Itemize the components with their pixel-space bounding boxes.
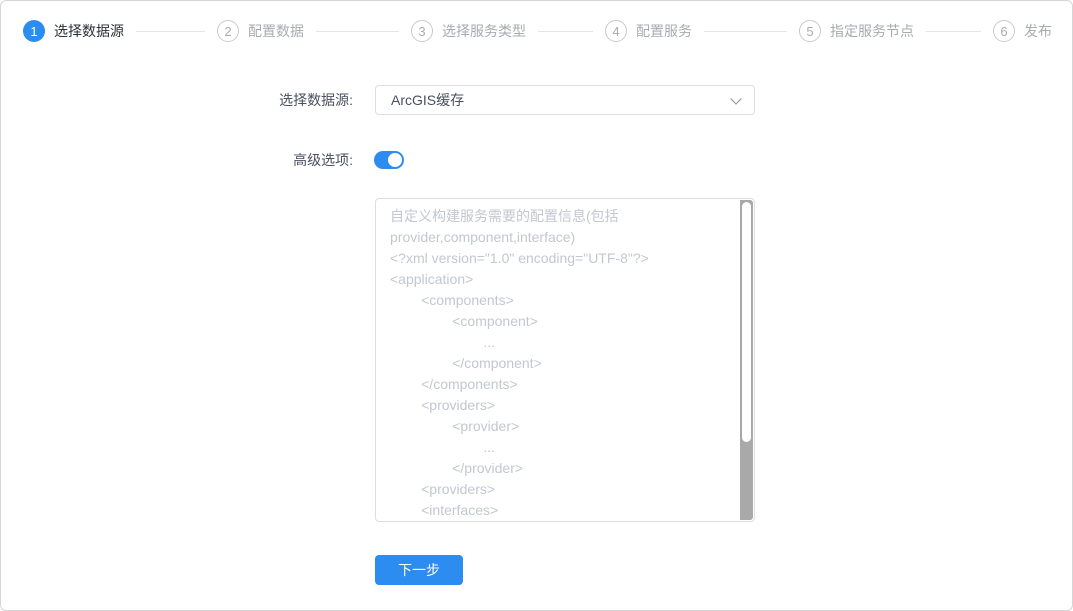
datasource-select[interactable]: ArcGIS缓存 xyxy=(375,85,755,115)
service-config-textarea[interactable]: 自定义构建服务需要的配置信息(包括 provider,component,int… xyxy=(375,198,755,522)
datasource-label: 选择数据源: xyxy=(279,92,353,108)
step-connector xyxy=(316,30,399,32)
step-5-badge: 5 xyxy=(799,20,821,42)
step-connector xyxy=(704,30,787,32)
step-connector xyxy=(926,30,981,32)
step-2-configure-data: 2 配置数据 xyxy=(217,20,411,42)
step-2-label: 配置数据 xyxy=(248,23,304,39)
step-1-select-datasource: 1 选择数据源 xyxy=(23,20,217,42)
service-config-placeholder: 自定义构建服务需要的配置信息(包括 provider,component,int… xyxy=(390,208,649,518)
advanced-options-label: 高级选项: xyxy=(293,152,353,168)
step-1-label: 选择数据源 xyxy=(54,23,124,39)
step-6-label: 发布 xyxy=(1024,23,1052,39)
step-4-badge: 4 xyxy=(605,20,627,42)
datasource-select-value: ArcGIS缓存 xyxy=(391,92,465,108)
publish-service-wizard-page: 1 选择数据源 2 配置数据 3 选择服务类型 4 配置服务 5 指定服务节点 … xyxy=(0,0,1073,611)
step-3-label: 选择服务类型 xyxy=(442,23,526,39)
wizard-steps: 1 选择数据源 2 配置数据 3 选择服务类型 4 配置服务 5 指定服务节点 … xyxy=(23,20,1052,42)
step-5-label: 指定服务节点 xyxy=(830,23,914,39)
textarea-scrollbar[interactable] xyxy=(740,200,753,520)
step-1-badge: 1 xyxy=(23,20,45,42)
next-step-button[interactable]: 下一步 xyxy=(375,555,463,585)
step-3-badge: 3 xyxy=(411,20,433,42)
step-connector xyxy=(136,30,205,32)
step-connector xyxy=(538,30,593,32)
step-4-label: 配置服务 xyxy=(636,23,692,39)
textarea-scrollbar-thumb[interactable] xyxy=(742,202,751,442)
step-6-publish: 6 发布 xyxy=(993,20,1052,42)
step-5-specify-service-node: 5 指定服务节点 xyxy=(799,20,993,42)
chevron-down-icon xyxy=(730,93,742,105)
step-6-badge: 6 xyxy=(993,20,1015,42)
step-3-select-service-type: 3 选择服务类型 xyxy=(411,20,605,42)
toggle-knob xyxy=(388,153,402,167)
step-2-badge: 2 xyxy=(217,20,239,42)
advanced-options-toggle[interactable] xyxy=(374,151,404,169)
step-4-configure-service: 4 配置服务 xyxy=(605,20,799,42)
